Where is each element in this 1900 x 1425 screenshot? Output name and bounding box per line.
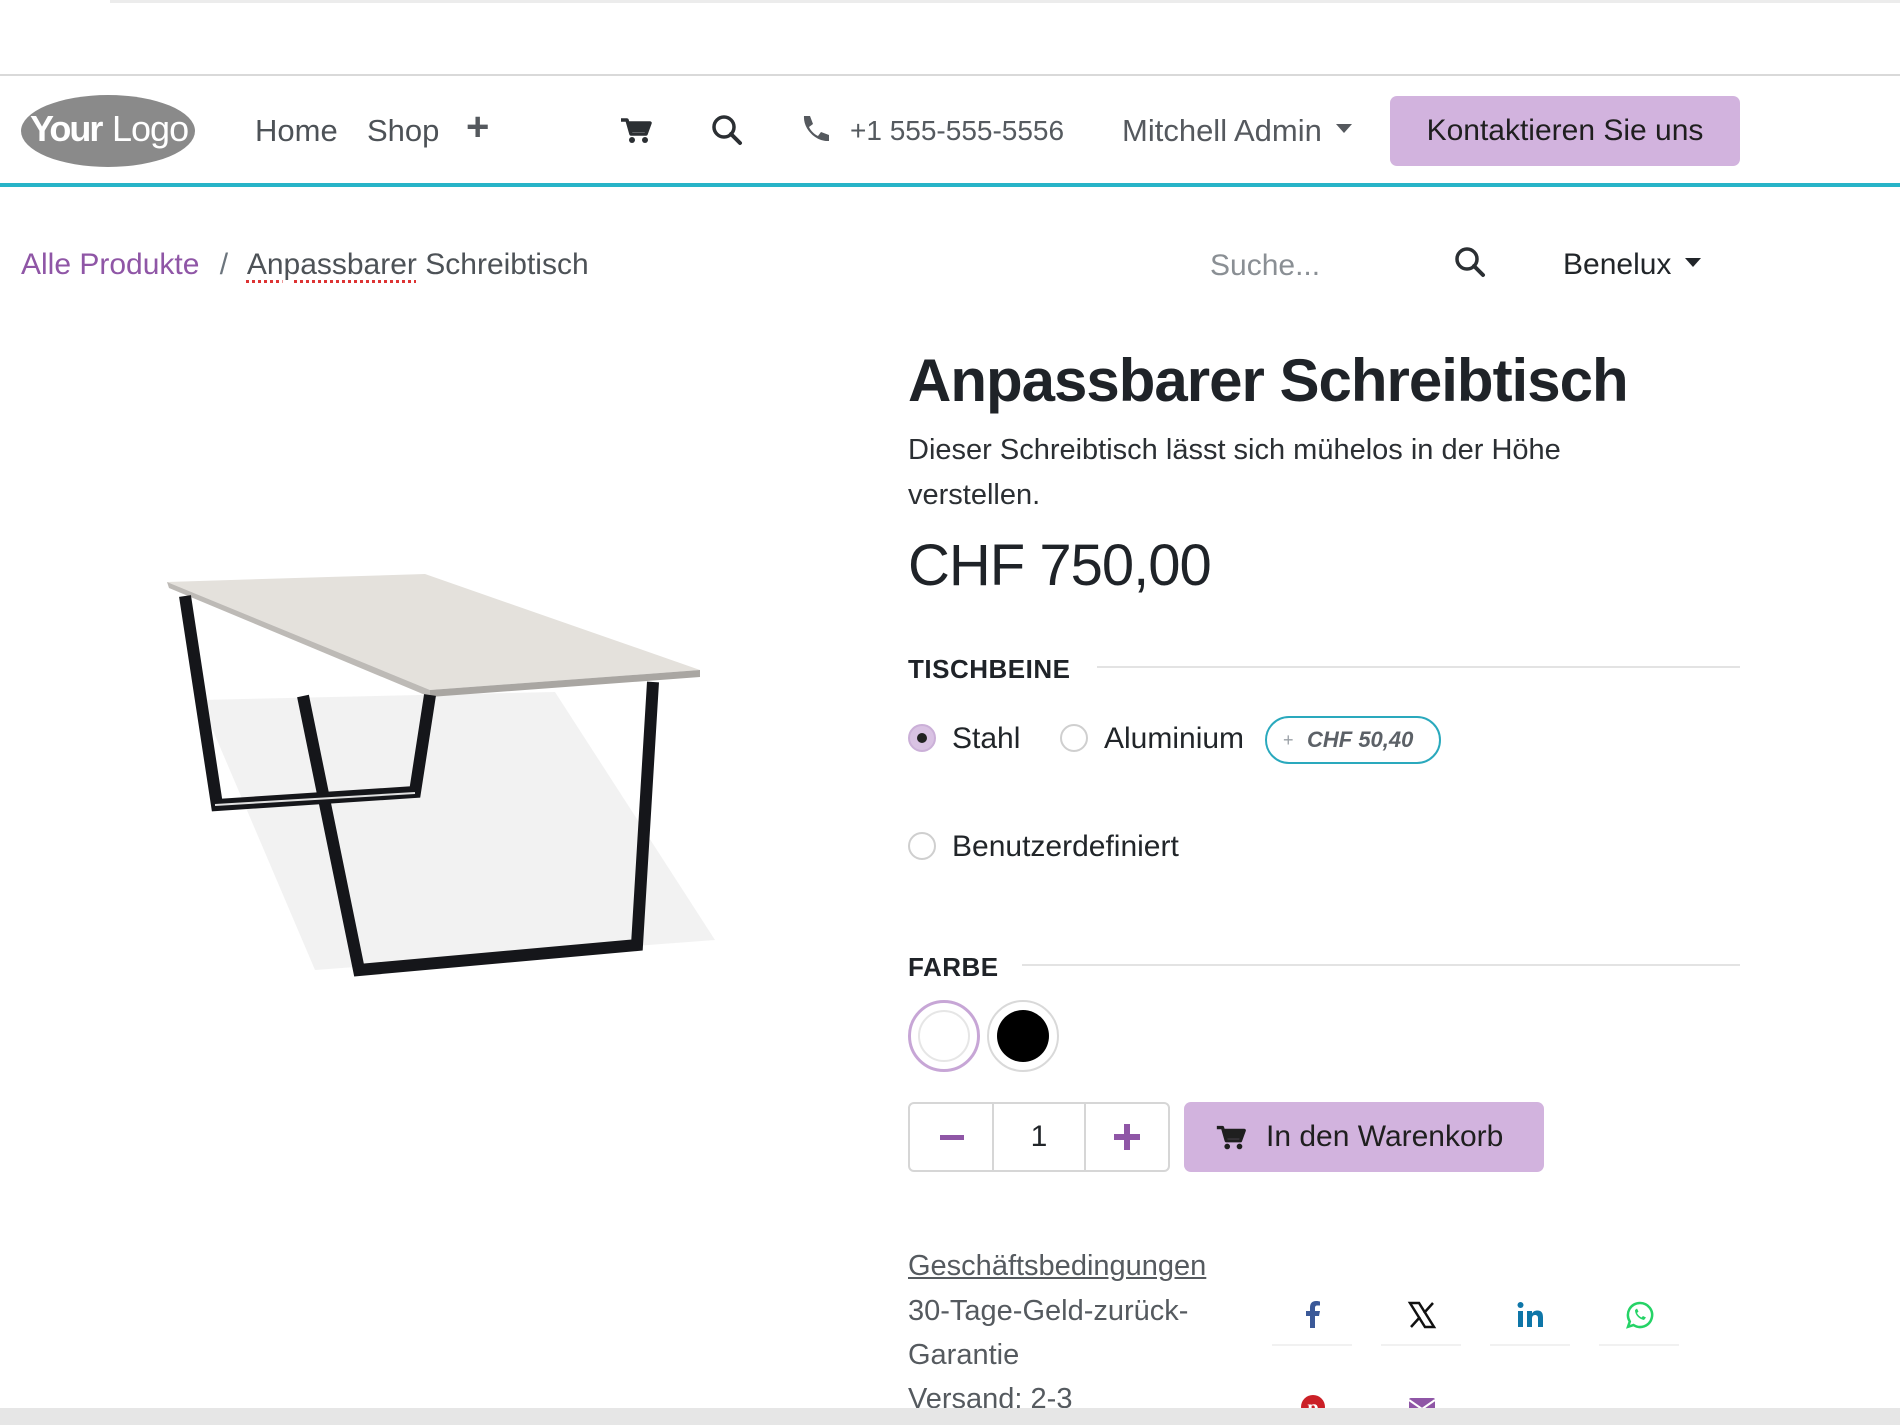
share-x[interactable] (1381, 1286, 1461, 1346)
nav-add-icon[interactable]: + (466, 107, 489, 147)
quantity-decrease-button[interactable] (910, 1104, 994, 1170)
quantity-input[interactable] (996, 1104, 1082, 1170)
quantity-stepper (908, 1102, 1170, 1172)
facebook-icon (1306, 1301, 1320, 1328)
breadcrumb-current: Anpassbarer Schreibtisch (247, 248, 589, 281)
bottom-scroll-area (0, 1408, 1900, 1425)
color-swatch-white[interactable] (908, 1000, 980, 1072)
price-extra-value: CHF 50,40 (1307, 727, 1414, 752)
breadcrumb-all-products[interactable]: Alle Produkte (21, 248, 199, 281)
legs-option-steel[interactable]: Stahl (952, 722, 1020, 756)
nav-shop[interactable]: Shop (367, 113, 439, 149)
search-icon[interactable] (1452, 244, 1488, 280)
share-facebook[interactable] (1272, 1286, 1352, 1346)
phone-number[interactable]: +1 555-555-5556 (850, 115, 1064, 147)
color-attribute-label: FARBE (908, 952, 999, 982)
legs-option-aluminium[interactable]: Aluminium (1104, 722, 1244, 756)
legs-divider (1097, 666, 1740, 668)
legs-attribute-label: TISCHBEINE (908, 654, 1071, 684)
breadcrumb-current-rest: Schreibtisch (416, 248, 589, 281)
share-linkedin[interactable] (1490, 1286, 1570, 1346)
radio-legs-steel[interactable] (908, 724, 936, 752)
product-description: Dieser Schreibtisch lässt sich mühelos i… (908, 434, 1561, 511)
user-name: Mitchell Admin (1122, 113, 1322, 148)
share-whatsapp[interactable] (1599, 1286, 1679, 1346)
chevron-down-icon (1685, 257, 1702, 267)
minus-icon (940, 1135, 964, 1140)
page: Your Logo Home Shop + +1 555-555-5556 Mi… (0, 0, 1900, 1425)
legs-option-custom[interactable]: Benutzerdefiniert (952, 830, 1179, 864)
breadcrumb-separator: / (219, 248, 229, 281)
color-swatch-black[interactable] (987, 1000, 1059, 1072)
terms-link[interactable]: Geschäftsbedingungen (908, 1250, 1206, 1283)
nav-home[interactable]: Home (255, 113, 338, 149)
browser-top-strip (0, 0, 1900, 76)
radio-legs-aluminium[interactable] (1060, 724, 1088, 752)
search-icon[interactable] (709, 112, 745, 148)
cart-icon[interactable] (618, 112, 654, 148)
pricelist-label: Benelux (1563, 248, 1672, 281)
linkedin-icon (1517, 1302, 1543, 1327)
logo[interactable]: Your Logo (20, 94, 196, 168)
guarantee-text: 30-Tage-Geld-zurück-Garantie (908, 1295, 1189, 1371)
add-to-cart-button[interactable]: In den Warenkorb (1184, 1102, 1544, 1172)
product-price: CHF 750,00 (908, 533, 1212, 598)
contact-button[interactable]: Kontaktieren Sie uns (1390, 96, 1740, 166)
color-swatch-white-fill (918, 1010, 970, 1062)
color-swatch-black-fill (997, 1010, 1049, 1062)
user-menu[interactable]: Mitchell Admin (1122, 113, 1352, 149)
pricelist-dropdown[interactable]: Benelux (1563, 248, 1702, 282)
svg-text:Logo: Logo (112, 108, 188, 149)
radio-legs-custom[interactable] (908, 832, 936, 860)
product-image (167, 574, 715, 977)
breadcrumb-current-first-word: Anpassbarer (246, 248, 417, 281)
x-icon (1407, 1301, 1437, 1329)
quantity-increase-button[interactable] (1084, 1104, 1168, 1170)
chevron-down-icon (1335, 124, 1352, 134)
color-divider (1022, 964, 1740, 966)
navbar: Your Logo Home Shop + +1 555-555-5556 Mi… (0, 77, 1900, 187)
product-title: Anpassbarer Schreibtisch (908, 347, 1629, 414)
breadcrumb: Alle Produkte / Anpassbarer Schreibtisch (21, 248, 589, 282)
plus-icon (1114, 1124, 1140, 1150)
cart-icon (1216, 1125, 1246, 1150)
svg-text:Your: Your (30, 108, 103, 149)
whatsapp-icon (1626, 1301, 1654, 1329)
price-extra-badge: + CHF 50,40 (1265, 716, 1441, 764)
add-to-cart-label: In den Warenkorb (1266, 1120, 1504, 1153)
top-hairline (110, 0, 1900, 3)
plus-icon: + (1283, 730, 1294, 750)
phone-icon (803, 116, 829, 142)
